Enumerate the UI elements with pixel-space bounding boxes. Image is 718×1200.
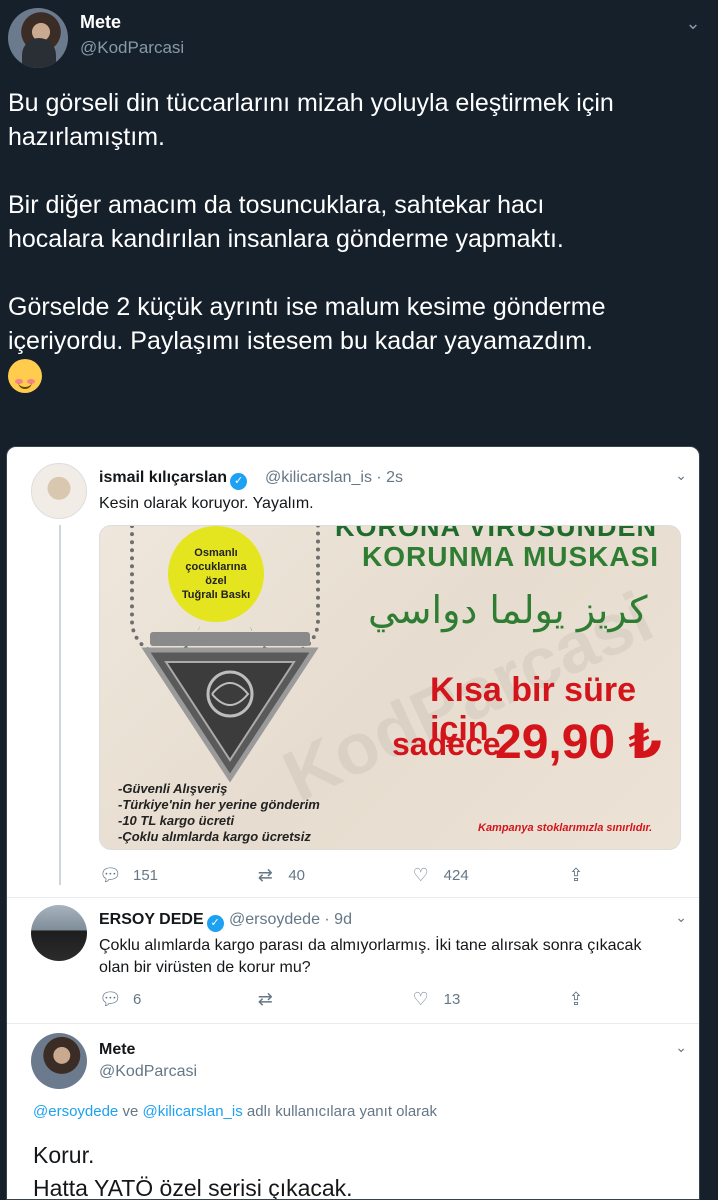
- divider: [7, 1023, 699, 1024]
- smiling-face-emoji-icon: [8, 359, 42, 394]
- author-meta: @kilicarslan_is · 2s: [265, 469, 404, 486]
- chevron-down-icon[interactable]: ⌄: [675, 909, 687, 926]
- heart-icon: ♡: [412, 864, 429, 885]
- chevron-down-icon[interactable]: ⌄: [675, 467, 687, 484]
- badge-line: çocuklarına: [185, 561, 247, 573]
- like-button[interactable]: ♡ 424: [410, 865, 480, 886]
- author-handle[interactable]: @KodParcasi: [80, 38, 184, 58]
- retweet-button[interactable]: ⇄: [254, 989, 324, 1010]
- tweet-actions: 💬︎ 151 ⇄ 40 ♡ 424 ⇪: [99, 863, 589, 887]
- product-title: KORUNMA MUSKASI: [362, 541, 660, 572]
- tweet-text-content: Bu görseli din tüccarlarını mizah yoluyl…: [8, 89, 614, 355]
- verified-badge-icon: ✓: [230, 473, 248, 490]
- avatar[interactable]: [31, 905, 87, 961]
- divider: [7, 897, 699, 898]
- reply-context: @ersoydede ve @kilicarslan_is adlı kulla…: [33, 1103, 437, 1120]
- tweet-text: Çoklu alımlarda kargo parası da almıyorl…: [99, 937, 642, 976]
- thread-line: [59, 525, 61, 885]
- tweet-actions: 💬︎ 6 ⇄ ♡ 13 ⇪: [99, 987, 589, 1011]
- retweet-count: 40: [288, 866, 306, 884]
- product-image[interactable]: Osmanlı çocuklarına özel Tuğralı Baskı K…: [99, 525, 681, 850]
- author-handle[interactable]: @KodParcasi: [99, 1063, 197, 1081]
- badge-line: Tuğralı Baskı: [181, 589, 251, 601]
- like-button[interactable]: ♡ 13: [410, 989, 480, 1010]
- reply-button[interactable]: 💬︎ 6: [99, 989, 169, 1010]
- author-name[interactable]: ERSOY DEDE ✓: [99, 911, 224, 932]
- feature-item: -Güvenli Alışveriş: [118, 781, 228, 796]
- feature-item: -Çoklu alımlarda kargo ücretsiz: [118, 829, 311, 844]
- like-count: 13: [443, 990, 461, 1008]
- author-name[interactable]: Mete: [80, 12, 121, 33]
- feature-item: -10 TL kargo ücreti: [118, 813, 235, 828]
- tweet-text: Korur. Hatta YATÖ özel serisi çıkacak.: [33, 1142, 353, 1200]
- reply-icon: 💬︎: [99, 988, 122, 1009]
- reply-count: 6: [133, 990, 142, 1008]
- share-icon: ⇪: [568, 864, 584, 885]
- arabic-text: كريز يولما دواسي: [368, 588, 648, 632]
- reply-icon: 💬︎: [99, 864, 122, 885]
- retweet-icon: ⇄: [257, 988, 273, 1009]
- feature-item: -Türkiye'nin her yerine gönderim: [118, 797, 320, 812]
- feature-list: -Güvenli Alışveriş -Türkiye'nin her yeri…: [118, 781, 320, 845]
- badge-line: özel: [205, 575, 227, 587]
- author-meta: @ersoydede · 9d: [229, 911, 352, 928]
- tweet-text: Kesin olarak koruyor. Yayalım.: [99, 495, 314, 512]
- heart-icon: ♡: [412, 988, 429, 1009]
- share-button[interactable]: ⇪: [565, 865, 589, 886]
- reply-context-suffix: adlı kullanıcılara yanıt olarak: [242, 1103, 438, 1120]
- mention-link[interactable]: @kilicarslan_is: [142, 1103, 242, 1120]
- verified-badge-icon: ✓: [206, 915, 224, 932]
- reply-context-ve: ve: [118, 1103, 143, 1120]
- reply-count: 151: [133, 866, 159, 884]
- embedded-screenshot[interactable]: ismail kılıçarslan ✓ @kilicarslan_is · 2s…: [6, 446, 700, 1200]
- reply-button[interactable]: 💬︎ 151: [99, 865, 169, 886]
- campaign-note: Kampanya stoklarımızla sınırlıdır.: [478, 822, 653, 834]
- avatar[interactable]: [31, 463, 87, 519]
- tweet-text: Bu görseli din tüccarlarını mizah yoluyl…: [8, 86, 708, 394]
- like-count: 424: [443, 866, 469, 884]
- outer-tweet-header: Mete @KodParcasi ⌄: [0, 0, 718, 80]
- author-name-text: ERSOY DEDE: [99, 911, 204, 928]
- avatar[interactable]: [31, 1033, 87, 1089]
- share-icon: ⇪: [568, 988, 584, 1009]
- author-name-text: ismail kılıçarslan: [99, 469, 228, 486]
- badge-line: Osmanlı: [194, 547, 238, 559]
- promo-sadece: sadece: [392, 726, 501, 762]
- retweet-icon: ⇄: [257, 864, 273, 885]
- share-button[interactable]: ⇪: [565, 989, 589, 1010]
- mention-link[interactable]: @ersoydede: [33, 1103, 118, 1120]
- tugra-badge: Osmanlı çocuklarına özel Tuğralı Baskı: [168, 526, 264, 622]
- author-name[interactable]: ismail kılıçarslan ✓: [99, 469, 248, 490]
- author-name[interactable]: Mete: [99, 1041, 135, 1059]
- avatar[interactable]: [8, 8, 68, 68]
- product-price: 29,90 ₺: [495, 716, 662, 769]
- chevron-down-icon[interactable]: ⌄: [682, 12, 704, 34]
- chevron-down-icon[interactable]: ⌄: [675, 1039, 687, 1056]
- retweet-button[interactable]: ⇄ 40: [254, 865, 324, 886]
